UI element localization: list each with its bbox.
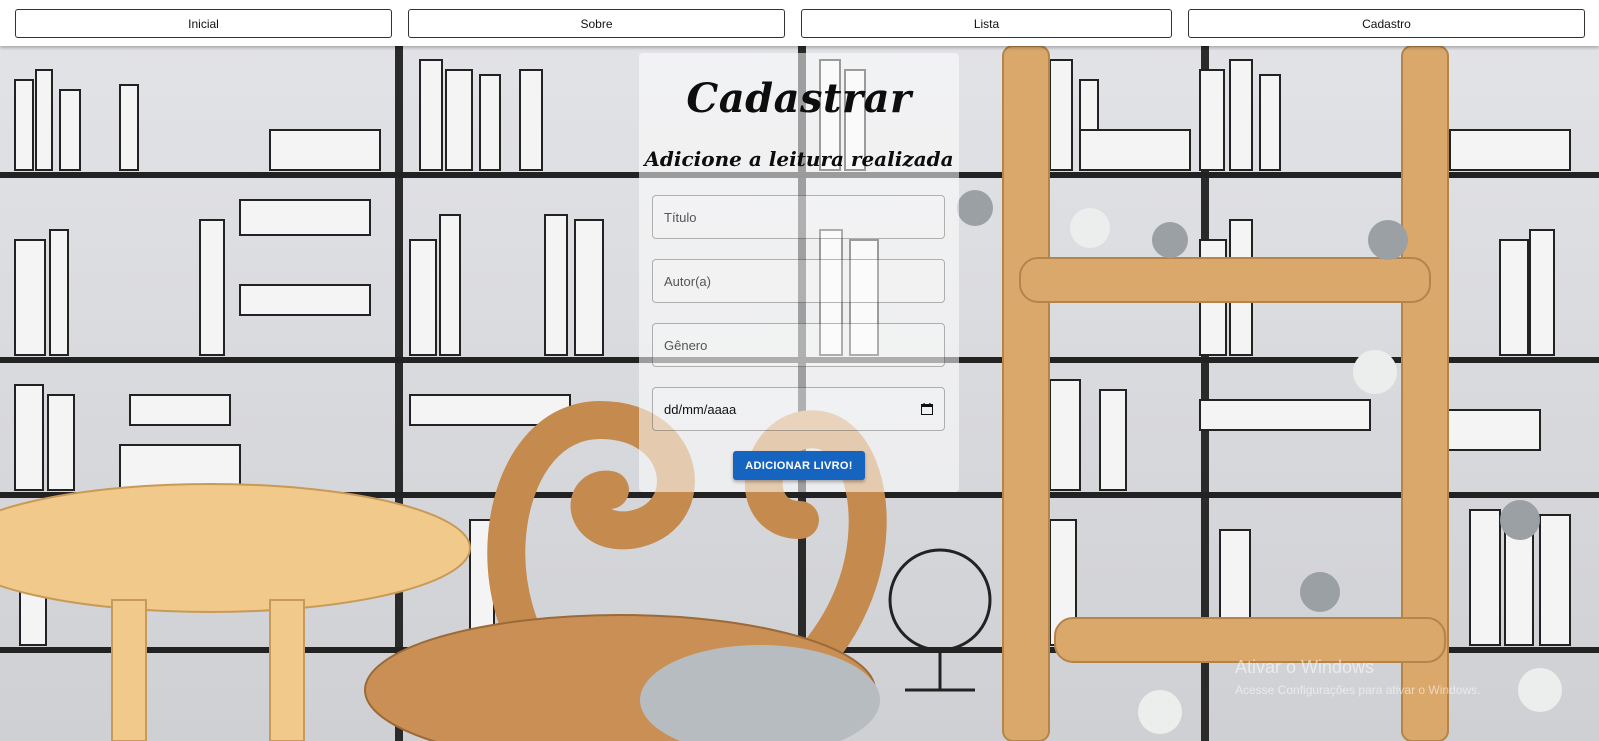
- genre-input[interactable]: [652, 323, 945, 367]
- add-book-button[interactable]: ADICIONAR LIVRO!: [733, 451, 865, 480]
- form-title: Cadastrar: [686, 75, 912, 122]
- windows-activation-title: Ativar o Windows: [1235, 657, 1375, 677]
- title-input[interactable]: [652, 195, 945, 239]
- nav-sobre-button[interactable]: Sobre: [408, 9, 785, 38]
- author-input[interactable]: [652, 259, 945, 303]
- date-input[interactable]: dd/mm/aaaa: [652, 387, 945, 431]
- nav-cadastro-button[interactable]: Cadastro: [1188, 9, 1585, 38]
- nav-lista-button[interactable]: Lista: [801, 9, 1172, 38]
- form-subtitle: Adicione a leitura realizada: [644, 147, 954, 171]
- top-navigation: Inicial Sobre Lista Cadastro: [0, 0, 1599, 46]
- nav-inicial-button[interactable]: Inicial: [15, 9, 392, 38]
- date-input-value: dd/mm/aaaa: [664, 401, 737, 417]
- book-register-form: Cadastrar Adicione a leitura realizada d…: [639, 53, 959, 492]
- windows-activation-subtitle: Acesse Configurações para ativar o Windo…: [1235, 683, 1481, 697]
- calendar-icon[interactable]: [921, 403, 933, 415]
